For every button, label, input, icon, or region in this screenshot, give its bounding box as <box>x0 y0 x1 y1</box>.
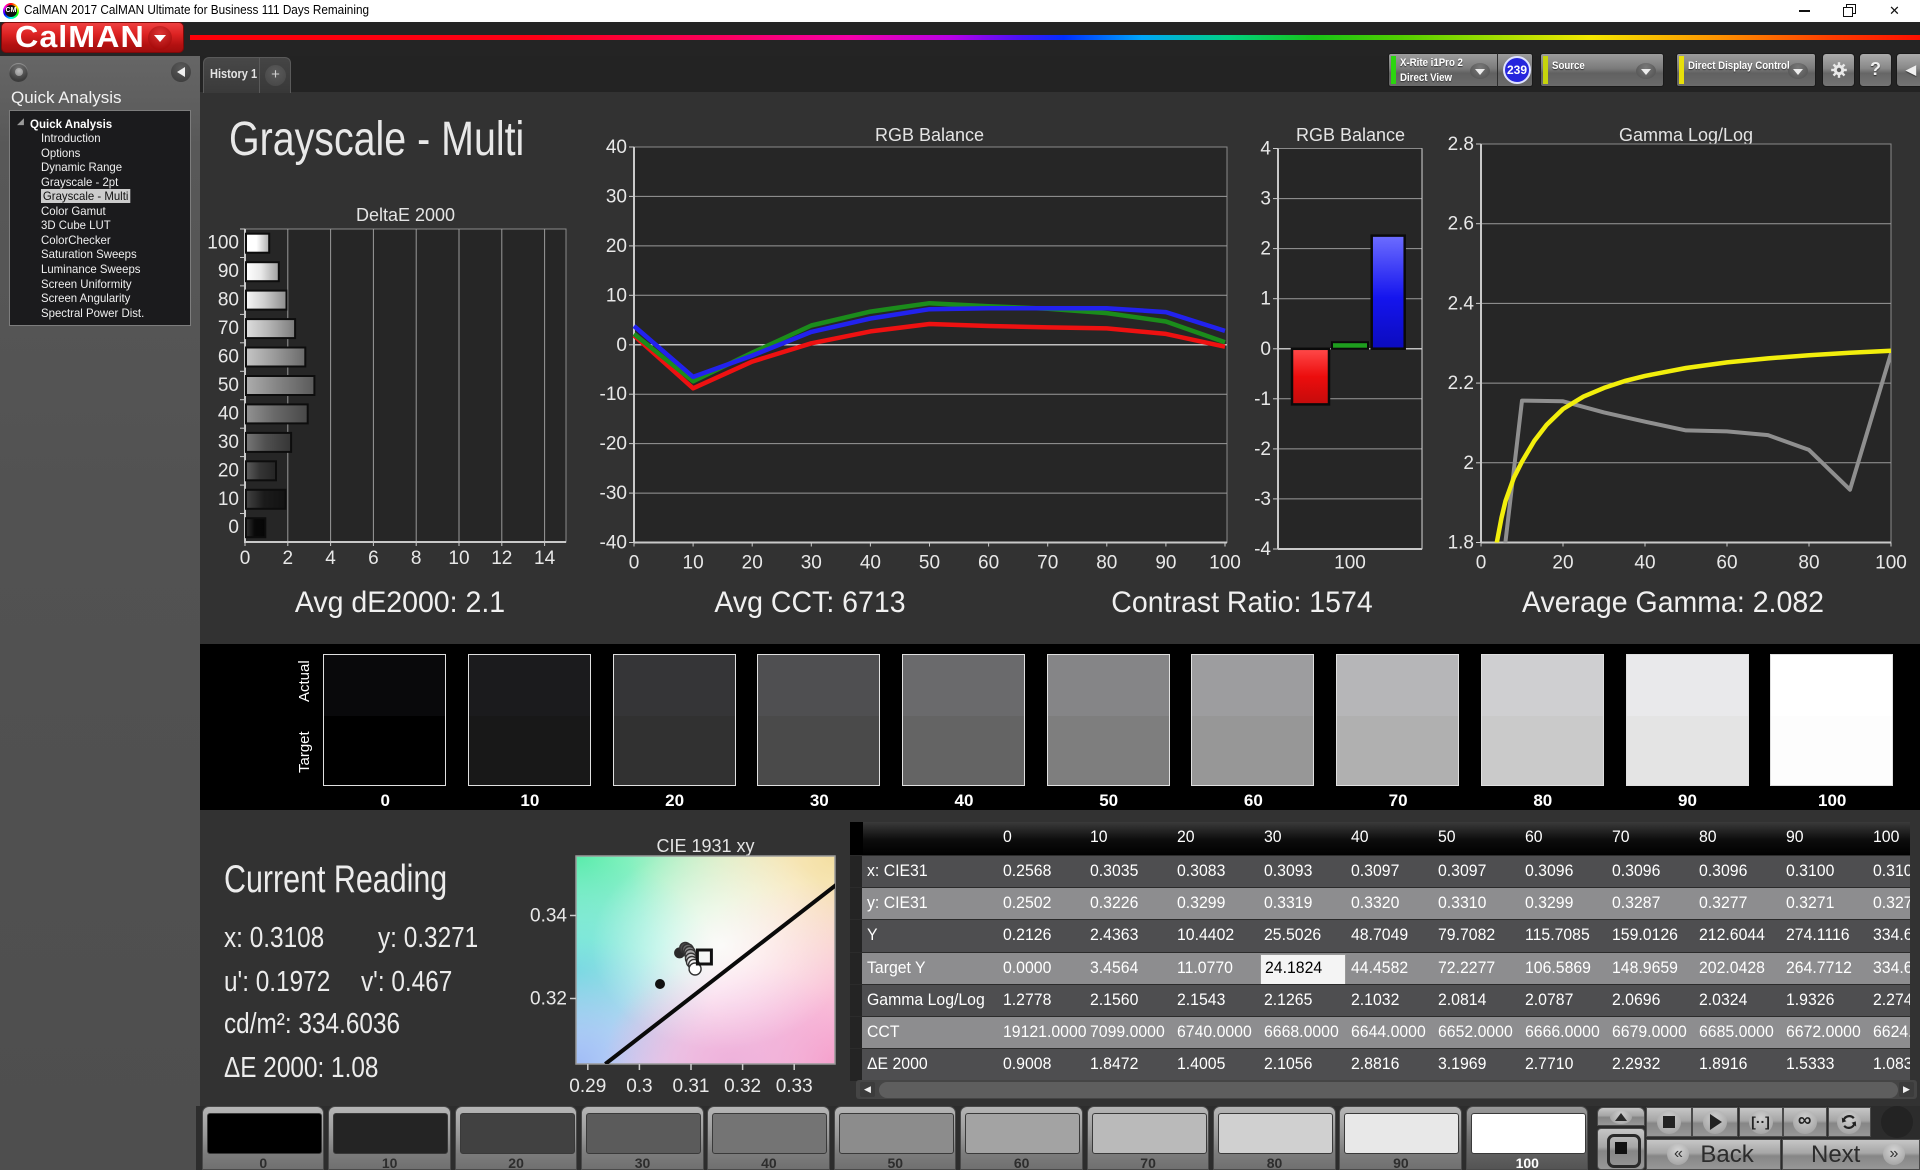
svg-text:2.6: 2.6 <box>1448 214 1474 235</box>
svg-text:40: 40 <box>1634 553 1655 574</box>
svg-text:0.34: 0.34 <box>530 906 567 927</box>
svg-text:2: 2 <box>1260 239 1271 260</box>
svg-text:100: 100 <box>1209 553 1241 574</box>
svg-text:2.4: 2.4 <box>1448 293 1475 314</box>
svg-text:60: 60 <box>1716 553 1737 574</box>
svg-text:-1: -1 <box>1255 389 1271 410</box>
svg-text:4: 4 <box>1260 139 1271 160</box>
svg-text:10: 10 <box>218 489 239 510</box>
svg-text:80: 80 <box>1798 553 1819 574</box>
svg-text:12: 12 <box>491 548 512 569</box>
svg-text:10: 10 <box>606 285 627 306</box>
svg-text:-4: -4 <box>1255 539 1271 560</box>
svg-text:0.32: 0.32 <box>530 989 567 1010</box>
svg-text:1.8: 1.8 <box>1448 533 1474 554</box>
svg-text:50: 50 <box>919 553 940 574</box>
svg-text:-2: -2 <box>1255 439 1271 460</box>
svg-text:1: 1 <box>1260 289 1271 310</box>
svg-text:80: 80 <box>218 290 239 311</box>
svg-text:20: 20 <box>1552 553 1573 574</box>
svg-text:0.32: 0.32 <box>724 1076 761 1097</box>
svg-text:-30: -30 <box>600 483 627 504</box>
svg-text:0.33: 0.33 <box>776 1076 813 1097</box>
svg-text:40: 40 <box>218 403 239 424</box>
svg-text:-40: -40 <box>600 533 627 554</box>
svg-text:20: 20 <box>742 553 763 574</box>
svg-text:0: 0 <box>228 517 239 538</box>
svg-text:0: 0 <box>240 548 251 569</box>
svg-text:-10: -10 <box>600 384 627 405</box>
svg-text:40: 40 <box>860 553 881 574</box>
svg-text:0: 0 <box>629 553 640 574</box>
svg-text:30: 30 <box>218 432 239 453</box>
svg-text:8: 8 <box>411 548 422 569</box>
svg-text:2: 2 <box>283 548 294 569</box>
svg-text:60: 60 <box>218 347 239 368</box>
svg-text:10: 10 <box>683 553 704 574</box>
svg-text:0: 0 <box>1260 339 1271 360</box>
svg-text:30: 30 <box>801 553 822 574</box>
svg-text:0.31: 0.31 <box>673 1076 710 1097</box>
svg-text:90: 90 <box>1155 553 1176 574</box>
svg-text:30: 30 <box>606 186 627 207</box>
svg-text:10: 10 <box>448 548 469 569</box>
svg-text:0.3: 0.3 <box>626 1076 652 1097</box>
svg-text:0: 0 <box>616 335 627 356</box>
svg-text:40: 40 <box>606 137 627 158</box>
svg-text:-20: -20 <box>600 434 627 455</box>
svg-text:0: 0 <box>1476 553 1487 574</box>
svg-text:100: 100 <box>1334 553 1366 574</box>
svg-text:80: 80 <box>1096 553 1117 574</box>
svg-text:50: 50 <box>218 375 239 396</box>
svg-text:2.2: 2.2 <box>1448 373 1474 394</box>
svg-text:-3: -3 <box>1255 489 1271 510</box>
svg-text:70: 70 <box>1037 553 1058 574</box>
svg-text:4: 4 <box>325 548 336 569</box>
svg-text:20: 20 <box>218 460 239 481</box>
svg-text:14: 14 <box>534 548 556 569</box>
svg-text:2.8: 2.8 <box>1448 134 1474 155</box>
svg-text:60: 60 <box>978 553 999 574</box>
svg-text:100: 100 <box>207 233 239 254</box>
svg-text:90: 90 <box>218 261 239 282</box>
svg-text:2: 2 <box>1463 453 1474 474</box>
svg-text:0.29: 0.29 <box>569 1076 606 1097</box>
svg-text:3: 3 <box>1260 189 1271 210</box>
svg-text:20: 20 <box>606 236 627 257</box>
svg-text:100: 100 <box>1875 553 1907 574</box>
svg-text:6: 6 <box>368 548 379 569</box>
svg-text:70: 70 <box>218 318 239 339</box>
